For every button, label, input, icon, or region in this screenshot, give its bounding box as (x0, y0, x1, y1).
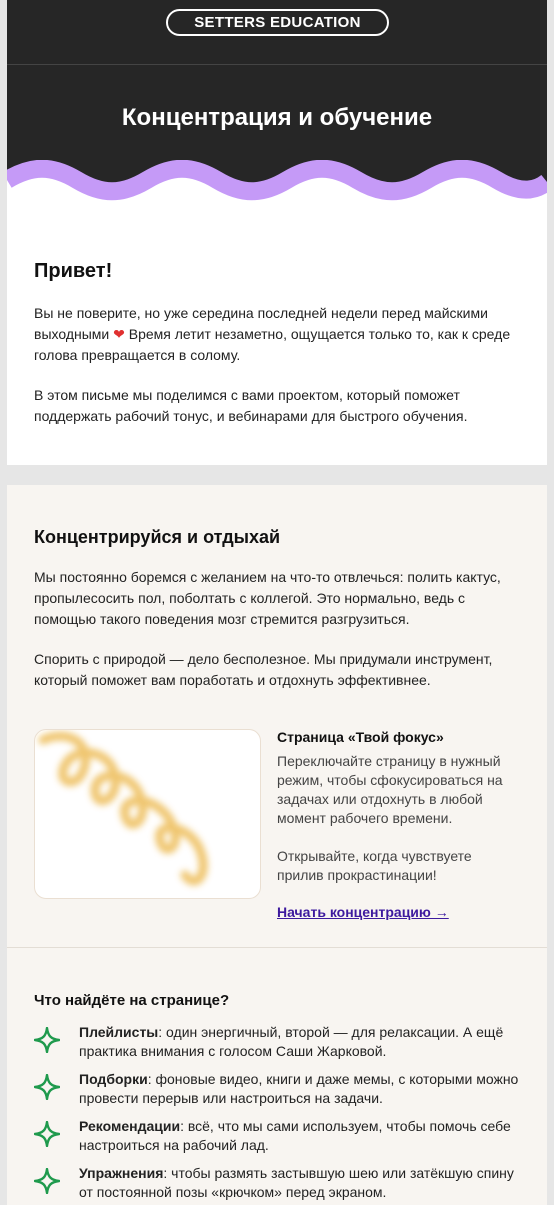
list-item: Рекомендации: всё, что мы сами используе… (34, 1117, 520, 1155)
sparkle-icon (34, 1074, 60, 1100)
focus-illustration (34, 729, 261, 899)
sparkle-icon (34, 1121, 60, 1147)
section-divider (7, 947, 547, 948)
intro-paragraph-2: В этом письме мы поделимся с вами проект… (34, 387, 468, 424)
feature-card: Страница «Твой фокус» Переключайте стран… (34, 729, 520, 920)
header: SETTERS EDUCATION Концентрация и обучени… (7, 0, 547, 208)
focus-section: Концентрируйся и отдыхай Мы постоянно бо… (7, 485, 547, 965)
findings-heading: Что найдёте на странице? (34, 992, 230, 1009)
brand-logo[interactable]: SETTERS EDUCATION (166, 9, 389, 36)
feature-title: Страница «Твой фокус» (277, 729, 444, 745)
findings-list: Плейлисты: один энергичный, второй — для… (34, 1023, 520, 1202)
feature-paragraph-1: Переключайте страницу в нужный режим, чт… (277, 753, 503, 826)
focus-paragraph-1: Мы постоянно боремся с желанием на что-т… (34, 569, 501, 627)
sparkle-icon (34, 1027, 60, 1053)
item-label: Подборки (79, 1071, 148, 1087)
list-item: Упражнения: чтобы размять застывшую шею … (34, 1164, 520, 1202)
start-focus-link[interactable]: Начать концентрацию → (277, 904, 449, 920)
page-title: Концентрация и обучение (121, 104, 433, 131)
feature-body: Страница «Твой фокус» Переключайте стран… (277, 729, 522, 922)
focus-text: Мы постоянно боремся с желанием на что-т… (34, 567, 520, 691)
findings-section: Что найдёте на странице? Плейлисты: один… (7, 965, 547, 1205)
focus-heading: Концентрируйся и отдыхай (34, 527, 281, 547)
header-divider (7, 64, 547, 65)
item-label: Упражнения (79, 1165, 164, 1181)
greeting-heading: Привет! (34, 260, 113, 282)
intro-section: Привет! Вы не поверите, но уже середина … (7, 208, 547, 465)
feature-paragraph-2: Открывайте, когда чувствуете прилив прок… (277, 848, 472, 883)
item-label: Рекомендации (79, 1118, 181, 1134)
wave-decoration (7, 160, 547, 208)
list-item: Подборки: фоновые видео, книги и даже ме… (34, 1070, 520, 1108)
item-label: Плейлисты (79, 1024, 159, 1040)
spiral-image (38, 731, 208, 886)
list-item: Плейлисты: один энергичный, второй — для… (34, 1023, 520, 1061)
intro-paragraph-1: Вы не поверите, но уже середина последне… (34, 303, 520, 366)
focus-paragraph-2: Спорить с природой — дело бесполезное. М… (34, 651, 493, 688)
sparkle-icon (34, 1168, 60, 1194)
heart-icon: ❤ (113, 326, 125, 342)
email-container: SETTERS EDUCATION Концентрация и обучени… (7, 0, 547, 1205)
